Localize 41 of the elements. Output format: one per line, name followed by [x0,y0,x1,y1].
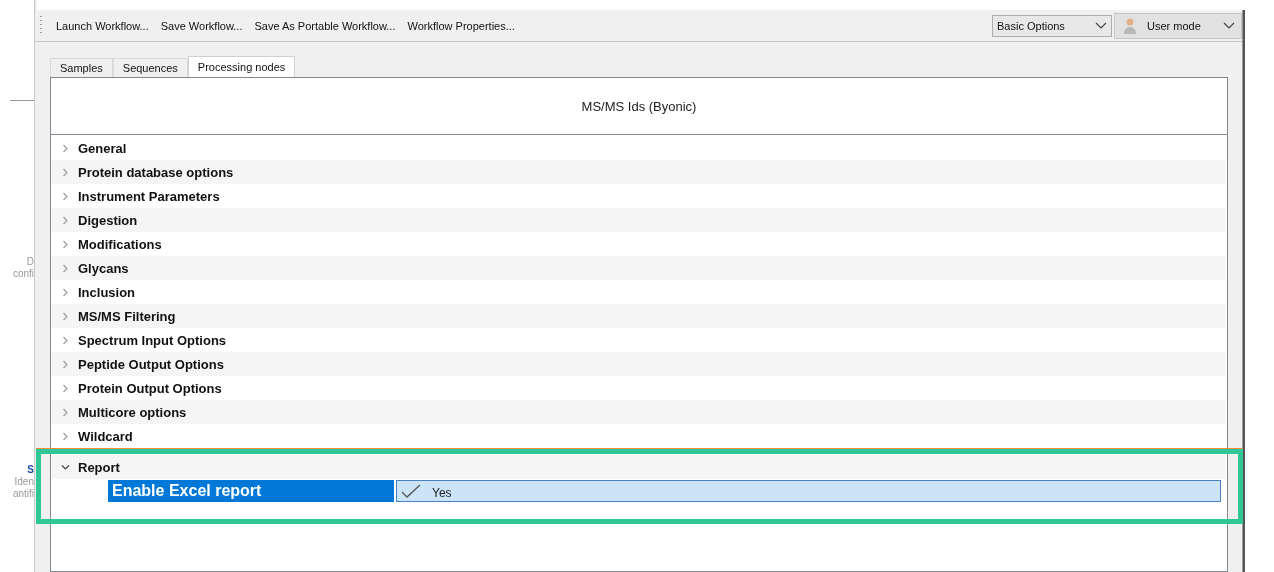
tab[interactable]: Samples [50,58,113,77]
toolbar-button[interactable]: Workflow Properties... [401,19,521,32]
toolbar-button[interactable]: Launch Workflow... [50,19,155,32]
group-row[interactable]: Report [52,455,1226,479]
chevron-right-icon [61,431,70,441]
background-text: antifi [12,488,34,500]
chevron-right-icon [61,335,70,345]
chevron-right-icon [61,239,70,249]
property-value[interactable]: Yes [396,480,1221,502]
chevron-right-icon [61,167,70,177]
chevron-right-icon [61,287,70,297]
group-row[interactable]: Digestion [52,208,1226,232]
toolbar-button[interactable]: Save Workflow... [154,19,249,32]
background-text: S [27,464,34,476]
user-icon [1123,16,1137,35]
property-name[interactable]: Enable Excel report [108,480,394,502]
mode-dropdown[interactable]: User mode [1114,12,1242,39]
group-row[interactable]: Peptide Output Options [52,352,1226,376]
tab[interactable]: Processing nodes [187,56,296,77]
chevron-right-icon [61,311,70,321]
chevron-right-icon [61,383,70,393]
group-row[interactable]: MS/MS Filtering [52,304,1226,328]
chevron-right-icon [61,263,70,273]
options-dropdown[interactable]: Basic Options [992,14,1112,37]
chevron-right-icon [61,191,70,201]
tab[interactable]: Sequences [112,58,188,77]
toolbar-button[interactable]: Save As Portable Workflow... [248,19,402,32]
background-text: confi [12,268,34,280]
chevron-right-icon [61,407,70,417]
chevron-right-icon [61,215,70,225]
panel-title: MS/MS Ids (Byonic) [581,98,697,114]
chevron-down-icon [1095,21,1107,30]
chevron-down-icon [1223,21,1235,30]
background-text: D [26,256,34,268]
background-text: Iden [14,476,34,488]
group-row[interactable]: Glycans [52,256,1226,280]
group-row[interactable]: Multicore options [52,400,1226,424]
chevron-down-icon [61,462,70,472]
group-row[interactable]: Protein database options [52,160,1226,184]
chevron-right-icon [61,143,70,153]
chevron-right-icon [61,359,70,369]
